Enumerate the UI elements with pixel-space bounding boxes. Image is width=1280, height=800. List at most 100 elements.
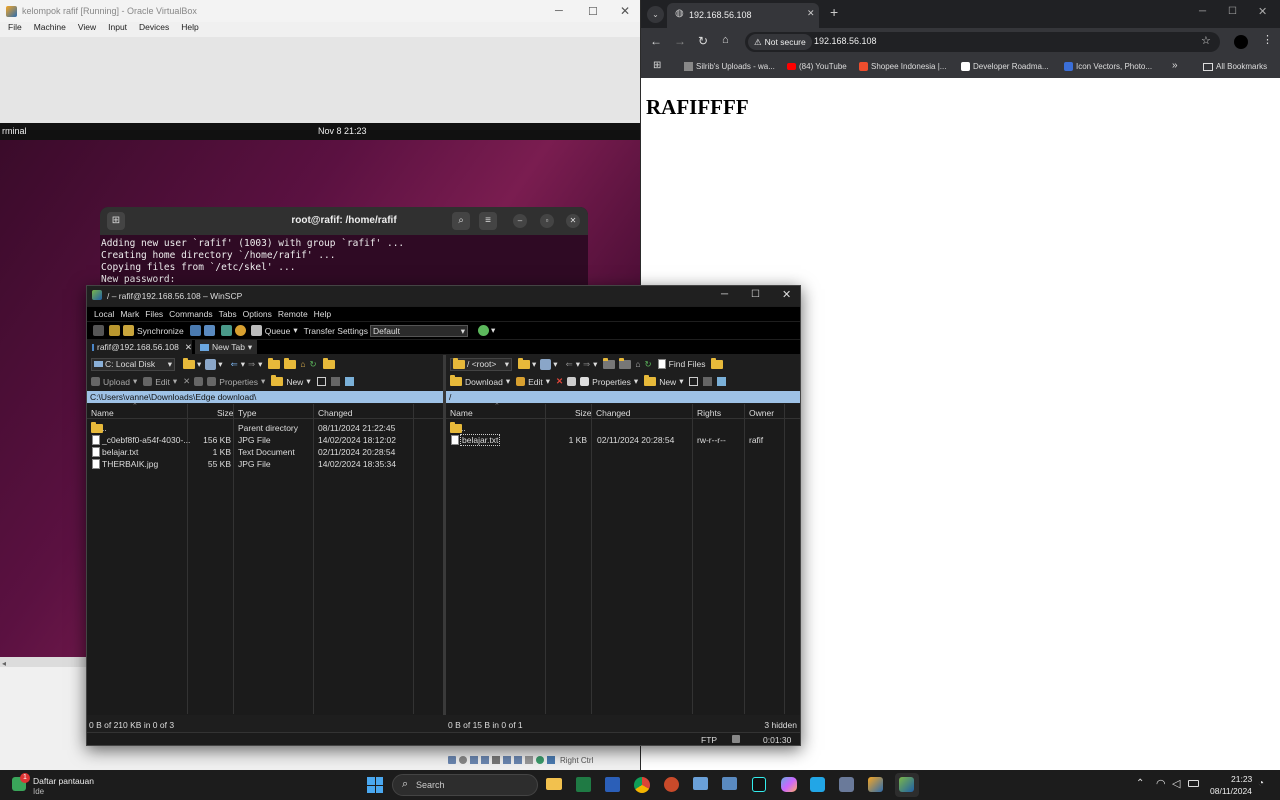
delete-icon[interactable]: ✕ bbox=[556, 376, 563, 387]
root-dir-icon[interactable] bbox=[619, 357, 632, 369]
home-icon[interactable]: ⌂ bbox=[635, 359, 640, 369]
clock-date[interactable]: 08/11/2024 bbox=[1210, 786, 1252, 796]
winscp-minimize-button[interactable]: ─ bbox=[721, 289, 728, 300]
transfer-settings-select[interactable]: Default ▾ bbox=[370, 324, 468, 337]
forward-icon[interactable]: → bbox=[674, 34, 686, 48]
vbox-menu-devices[interactable]: Devices bbox=[139, 22, 169, 36]
local-path-bar[interactable]: C:\Users\vanne\Downloads\Edge download\ bbox=[87, 391, 443, 403]
col-owner[interactable]: Owner bbox=[749, 408, 774, 418]
tab-close-icon[interactable]: ✕ bbox=[185, 342, 192, 353]
chrome-menu-icon[interactable]: ⋮ bbox=[1262, 33, 1273, 46]
find-icon[interactable] bbox=[203, 325, 215, 336]
chrome-minimize-button[interactable]: ─ bbox=[1199, 6, 1206, 17]
session-tab-active[interactable]: rafif@192.168.56.108 ✕ bbox=[87, 340, 192, 354]
table-row[interactable]: THERBAIK.jpg 55 KB JPG File 14/02/2024 1… bbox=[87, 458, 443, 470]
find-files-button[interactable]: Find Files bbox=[657, 359, 705, 369]
terminal-menu-icon[interactable]: ≡ bbox=[479, 212, 497, 230]
tab-search-icon[interactable]: ⌄ bbox=[647, 6, 664, 23]
audio-icon[interactable] bbox=[470, 756, 478, 764]
local-properties-button[interactable]: Properties ▾ bbox=[207, 376, 265, 387]
compare-icon[interactable] bbox=[189, 325, 201, 336]
menu-tabs[interactable]: Tabs bbox=[219, 309, 237, 319]
bookmark-folder-icon[interactable] bbox=[322, 357, 335, 369]
omnibox[interactable]: ⚠ Not secure 192.168.56.108 ☆ bbox=[745, 32, 1220, 52]
col-name[interactable]: Name bbox=[91, 408, 114, 418]
home-icon[interactable]: ⌂ bbox=[722, 34, 729, 46]
filter-select-icon[interactable] bbox=[344, 377, 354, 386]
remote-desktop-icon[interactable] bbox=[693, 777, 708, 790]
col-name[interactable]: Name bbox=[450, 408, 473, 418]
parent-dir-icon[interactable] bbox=[603, 357, 616, 369]
show-hidden-icons[interactable]: ⌃ bbox=[1136, 778, 1144, 789]
tab-close-icon[interactable]: ✕ bbox=[807, 8, 815, 19]
optical-icon[interactable] bbox=[459, 756, 467, 764]
volume-icon[interactable]: ◁ bbox=[1172, 777, 1180, 790]
back-icon[interactable]: ⇐ bbox=[566, 359, 573, 370]
console-icon[interactable] bbox=[220, 325, 232, 336]
download-button[interactable]: Download ▾ bbox=[450, 375, 510, 387]
select-all-icon[interactable] bbox=[316, 377, 326, 386]
network-icon[interactable] bbox=[481, 756, 489, 764]
deselect-icon[interactable] bbox=[330, 377, 340, 386]
remote-edit-button[interactable]: Edit ▾ bbox=[516, 376, 550, 387]
terminal-search-icon[interactable]: ⌕ bbox=[452, 212, 470, 230]
local-drive-select[interactable]: C: Local Disk ▾ bbox=[91, 357, 175, 371]
sync-browse-icon[interactable] bbox=[109, 325, 120, 336]
vbox-close-button[interactable]: ✕ bbox=[620, 4, 630, 18]
chrome-icon[interactable] bbox=[634, 777, 650, 793]
virtualbox-taskbar-icon[interactable] bbox=[868, 777, 883, 792]
menu-remote[interactable]: Remote bbox=[278, 309, 308, 319]
back-icon[interactable]: ⇐ bbox=[231, 359, 238, 370]
word-icon[interactable] bbox=[605, 777, 620, 792]
vscode-icon[interactable] bbox=[810, 777, 825, 792]
chrome-close-button[interactable]: ✕ bbox=[1258, 5, 1267, 18]
menu-help[interactable]: Help bbox=[314, 309, 331, 319]
gnome-clock[interactable]: Nov 8 21:23 bbox=[318, 126, 367, 136]
table-row[interactable]: belajar.txt 1 KB Text Document 02/11/202… bbox=[87, 446, 443, 458]
bookmark-2[interactable]: (84) YouTube bbox=[787, 62, 847, 71]
all-bookmarks[interactable]: All Bookmarks bbox=[1203, 62, 1267, 71]
profile-avatar[interactable] bbox=[1234, 35, 1248, 49]
battery-icon[interactable] bbox=[1188, 780, 1199, 787]
parent-dir-icon[interactable] bbox=[268, 357, 281, 369]
notification-bell-icon[interactable]: ◔ bbox=[1258, 778, 1264, 789]
cpu-icon[interactable] bbox=[536, 756, 544, 764]
table-row[interactable]: _c0ebf8f0-a54f-4030-... 156 KB JPG File … bbox=[87, 434, 443, 446]
open-folder-icon[interactable] bbox=[183, 357, 195, 369]
filter-select-icon[interactable] bbox=[717, 377, 727, 386]
windows-start-icon[interactable] bbox=[367, 777, 383, 793]
terminal-close-button[interactable]: ✕ bbox=[566, 214, 580, 228]
rename-icon[interactable] bbox=[567, 377, 577, 386]
vbox-menu-view[interactable]: View bbox=[78, 22, 96, 36]
col-changed[interactable]: Changed bbox=[596, 408, 631, 418]
bookmark-1[interactable]: Silrib's Uploads - wa... bbox=[684, 62, 775, 72]
bookmark-folder-icon[interactable] bbox=[711, 357, 724, 369]
network-app-icon[interactable] bbox=[839, 777, 854, 792]
col-type[interactable]: Type bbox=[238, 408, 256, 418]
vbox-menu-file[interactable]: File bbox=[8, 22, 22, 36]
gnome-activities-label[interactable]: rminal bbox=[2, 126, 27, 136]
back-icon[interactable]: ← bbox=[650, 34, 662, 48]
shared-folder-icon[interactable] bbox=[503, 756, 511, 764]
taskbar-search[interactable]: ⌕ Search bbox=[392, 774, 538, 796]
table-row[interactable]: belajar.txt 1 KB 02/11/2024 20:28:54 rw-… bbox=[446, 434, 800, 446]
hidden-count[interactable]: 3 hidden bbox=[764, 720, 797, 730]
usb-icon[interactable] bbox=[492, 756, 500, 764]
bookmark-4[interactable]: Developer Roadma... bbox=[961, 62, 1049, 72]
upload-button[interactable]: Upload ▾ bbox=[91, 376, 137, 387]
local-new-button[interactable]: New ▾ bbox=[271, 375, 311, 387]
weather-widget[interactable]: 1 Daftar pantauan Ide bbox=[12, 773, 122, 797]
chevron-down-icon[interactable]: ▾ bbox=[491, 325, 495, 336]
open-folder-icon[interactable] bbox=[518, 357, 530, 369]
new-tab[interactable]: New Tab ▾ bbox=[195, 340, 257, 354]
reload-icon[interactable]: ↻ bbox=[698, 34, 708, 48]
col-rights[interactable]: Rights bbox=[697, 408, 721, 418]
menu-local[interactable]: Local bbox=[94, 309, 114, 319]
vbox-maximize-button[interactable]: ☐ bbox=[588, 5, 598, 18]
hdd-icon[interactable] bbox=[448, 756, 456, 764]
file-explorer-icon[interactable] bbox=[546, 778, 562, 790]
home-icon[interactable]: ⌂ bbox=[300, 359, 305, 369]
forward-icon[interactable]: ⇒ bbox=[583, 359, 590, 370]
filter-icon[interactable] bbox=[205, 358, 217, 370]
tiktok-icon[interactable] bbox=[752, 777, 766, 792]
